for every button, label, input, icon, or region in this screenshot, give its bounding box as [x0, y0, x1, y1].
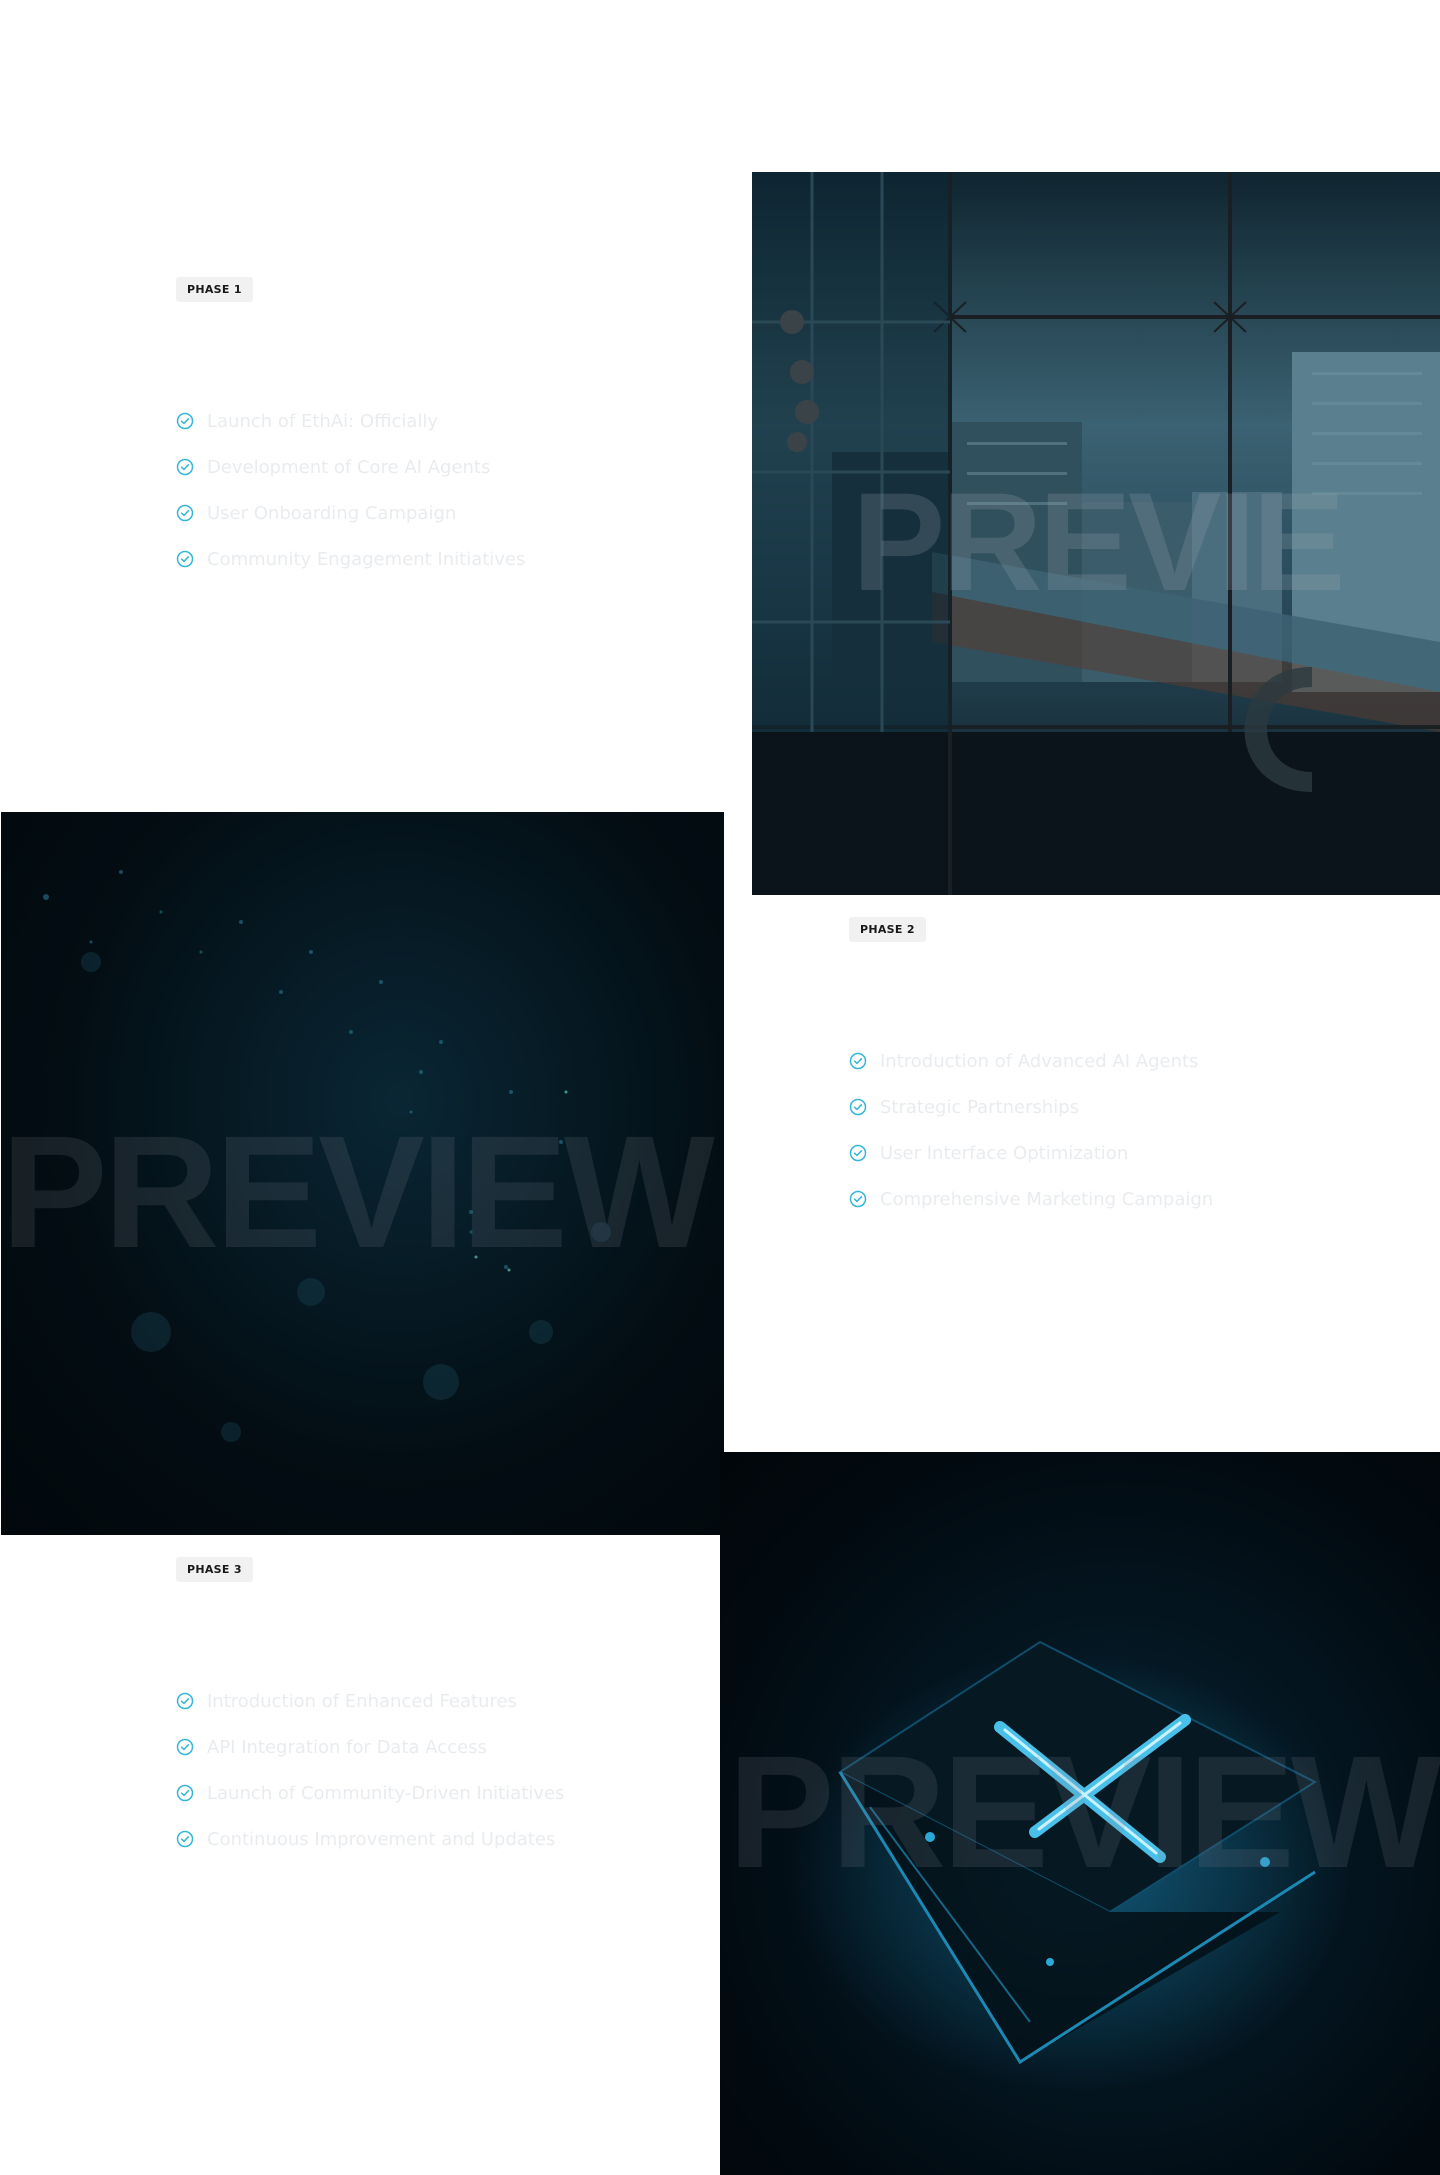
list-item: Launch of Community-Driven Initiatives [176, 1782, 564, 1804]
list-item: Community Engagement Initiatives [176, 548, 525, 570]
check-circle-icon [849, 1098, 867, 1116]
check-circle-icon [176, 550, 194, 568]
check-circle-icon [176, 1692, 194, 1710]
phase-item-list: Introduction of Advanced AI Agents Strat… [849, 1050, 1213, 1210]
list-item-label: Development of Core AI Agents [207, 456, 491, 478]
list-item-label: Introduction of Advanced AI Agents [880, 1050, 1199, 1072]
list-item-label: Introduction of Enhanced Features [207, 1690, 517, 1712]
check-circle-icon [176, 412, 194, 430]
check-circle-icon [176, 1784, 194, 1802]
list-item-label: API Integration for Data Access [207, 1736, 487, 1758]
list-item-label: Comprehensive Marketing Campaign [880, 1188, 1214, 1210]
list-item-label: Continuous Improvement and Updates [207, 1828, 556, 1850]
check-circle-icon [176, 458, 194, 476]
check-circle-icon [176, 1738, 194, 1756]
phase-item-list: Launch of EthAi: Officially Development … [176, 410, 525, 570]
list-item-label: User Interface Optimization [880, 1142, 1129, 1164]
list-item: Continuous Improvement and Updates [176, 1828, 564, 1850]
phase-2-section: PHASE 2 Introduction of Advanced AI Agen… [849, 917, 1213, 1234]
list-item-label: User Onboarding Campaign [207, 502, 457, 524]
check-circle-icon [176, 504, 194, 522]
list-item: Launch of EthAi: Officially [176, 410, 525, 432]
city-window-image: PREVIE [752, 172, 1440, 895]
list-item: Strategic Partnerships [849, 1096, 1213, 1118]
list-item: Comprehensive Marketing Campaign [849, 1188, 1213, 1210]
phase-badge: PHASE 1 [176, 277, 253, 302]
phase-badge: PHASE 3 [176, 1557, 253, 1582]
preview-watermark: PREVIEW [728, 1722, 1440, 1901]
phase-badge: PHASE 2 [849, 917, 926, 942]
check-circle-icon [849, 1144, 867, 1162]
particles-image: PREVIEW [1, 812, 724, 1535]
list-item: API Integration for Data Access [176, 1736, 564, 1758]
list-item: User Interface Optimization [849, 1142, 1213, 1164]
list-item: Introduction of Enhanced Features [176, 1690, 564, 1712]
list-item-label: Community Engagement Initiatives [207, 548, 526, 570]
phase-3-section: PHASE 3 Introduction of Enhanced Feature… [176, 1557, 564, 1874]
list-item: Introduction of Advanced AI Agents [849, 1050, 1213, 1072]
check-circle-icon [849, 1190, 867, 1208]
list-item-label: Strategic Partnerships [880, 1096, 1080, 1118]
check-circle-icon [176, 1830, 194, 1848]
check-circle-icon [849, 1052, 867, 1070]
phase-item-list: Introduction of Enhanced Features API In… [176, 1690, 564, 1850]
phase-1-section: PHASE 1 Launch of EthAi: Officially Deve… [176, 277, 525, 594]
list-item: User Onboarding Campaign [176, 502, 525, 524]
list-item: Development of Core AI Agents [176, 456, 525, 478]
chip-image: PREVIEW [720, 1452, 1440, 2175]
roadmap-page: PHASE 1 Launch of EthAi: Officially Deve… [0, 0, 1440, 2175]
preview-watermark: PREVIEW [1, 1102, 715, 1281]
preview-watermark: PREVIE [852, 463, 1346, 620]
list-item-label: Launch of EthAi: Officially [207, 410, 439, 432]
list-item-label: Launch of Community-Driven Initiatives [207, 1782, 565, 1804]
